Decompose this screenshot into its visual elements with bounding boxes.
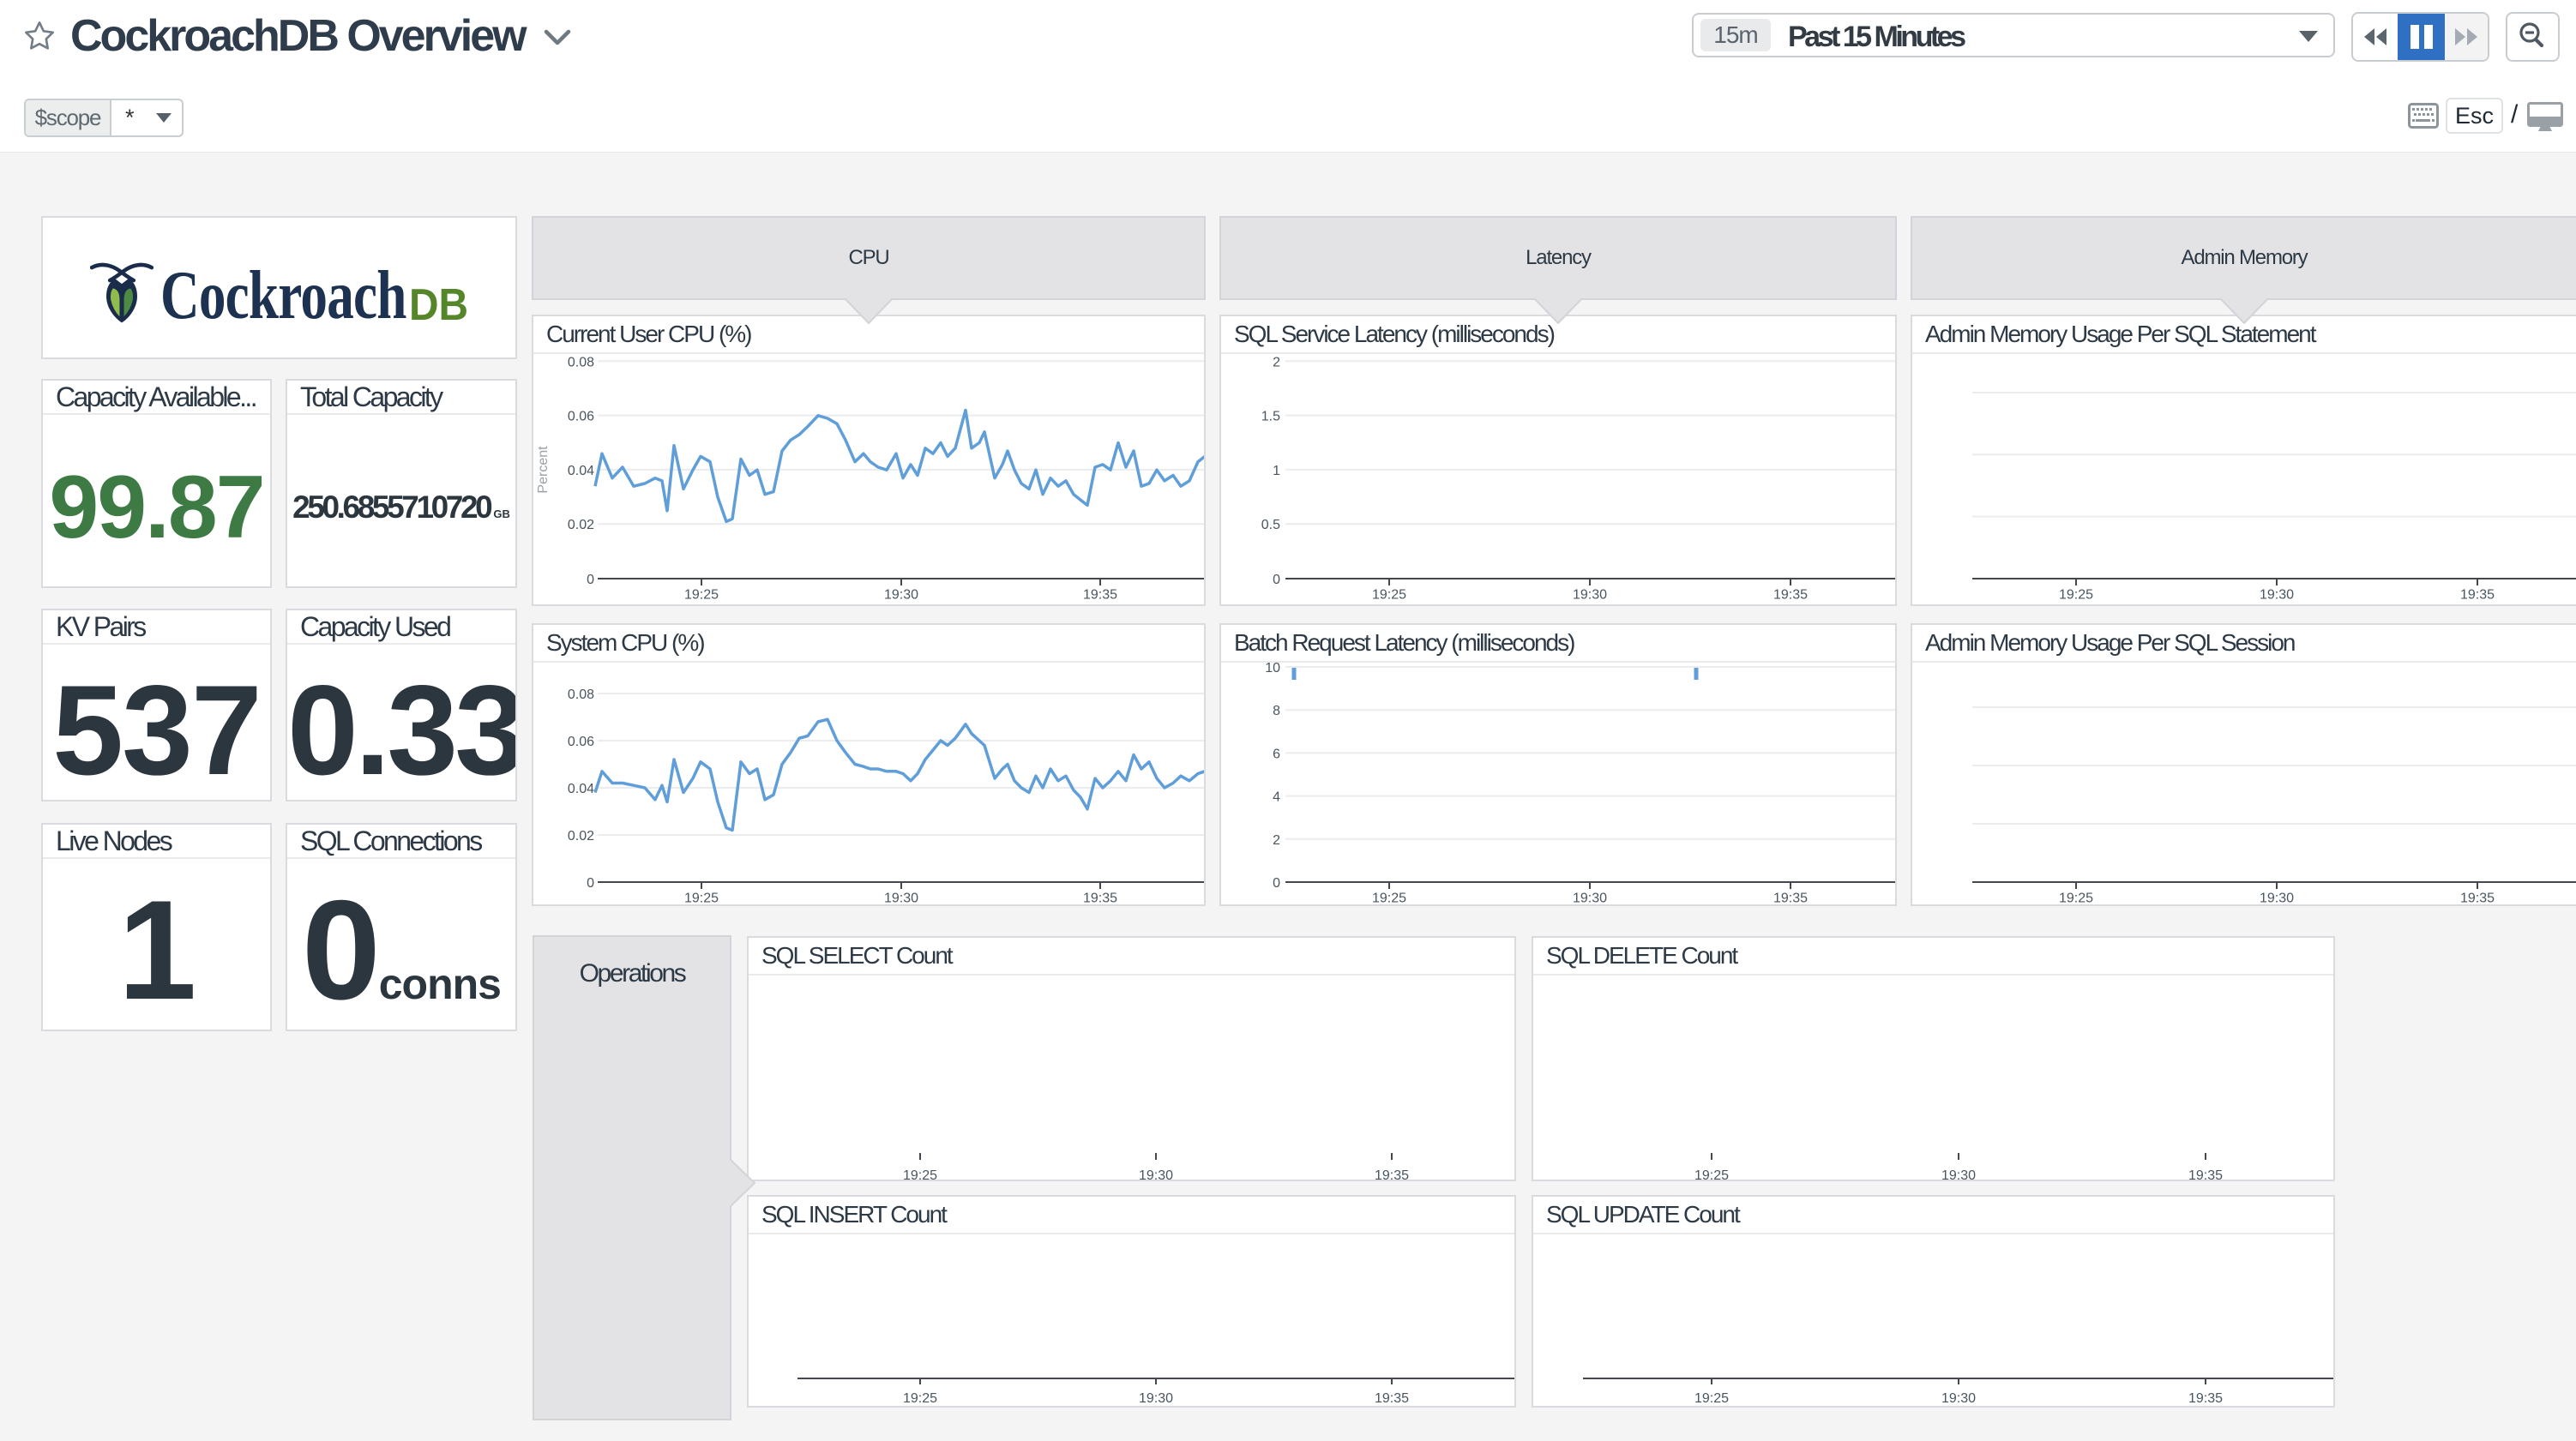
svg-text:19:30: 19:30: [1139, 1391, 1173, 1406]
svg-text:19:35: 19:35: [2460, 892, 2495, 906]
svg-text:4: 4: [1273, 790, 1280, 805]
svg-text:0.04: 0.04: [568, 782, 594, 796]
svg-text:19:25: 19:25: [684, 892, 719, 906]
svg-text:19:35: 19:35: [2188, 1391, 2223, 1406]
svg-text:0: 0: [1273, 876, 1280, 891]
svg-text:19:25: 19:25: [903, 1391, 937, 1406]
svg-text:8: 8: [1273, 704, 1280, 718]
svg-text:19:35: 19:35: [1773, 892, 1808, 906]
svg-text:19:35: 19:35: [2460, 588, 2495, 603]
svg-text:0: 0: [587, 876, 594, 891]
svg-text:19:30: 19:30: [1573, 588, 1607, 603]
svg-text:19:35: 19:35: [1773, 588, 1808, 603]
svg-text:0.02: 0.02: [568, 518, 594, 532]
svg-text:19:35: 19:35: [1083, 588, 1117, 603]
svg-text:0.06: 0.06: [568, 410, 594, 424]
svg-text:19:25: 19:25: [903, 1168, 937, 1181]
svg-text:19:25: 19:25: [1372, 892, 1406, 906]
svg-text:19:35: 19:35: [1375, 1168, 1409, 1181]
svg-text:19:35: 19:35: [2188, 1168, 2223, 1181]
svg-text:0: 0: [1273, 573, 1280, 587]
svg-text:0.02: 0.02: [568, 829, 594, 844]
svg-text:19:25: 19:25: [2059, 588, 2093, 603]
svg-text:1.5: 1.5: [1261, 410, 1280, 424]
svg-text:0: 0: [587, 573, 594, 587]
svg-text:0.5: 0.5: [1261, 518, 1280, 532]
svg-text:19:25: 19:25: [1694, 1168, 1729, 1181]
svg-text:0.08: 0.08: [568, 355, 594, 369]
svg-text:19:35: 19:35: [1083, 892, 1117, 906]
svg-text:19:25: 19:25: [684, 588, 719, 603]
svg-text:10: 10: [1265, 663, 1280, 675]
svg-text:19:30: 19:30: [2260, 588, 2294, 603]
svg-text:0.06: 0.06: [568, 735, 594, 749]
svg-text:19:35: 19:35: [1375, 1391, 1409, 1406]
svg-text:0.08: 0.08: [568, 687, 594, 702]
svg-text:2: 2: [1273, 355, 1280, 369]
svg-text:19:30: 19:30: [884, 892, 918, 906]
svg-text:19:30: 19:30: [1139, 1168, 1173, 1181]
svg-text:19:30: 19:30: [1941, 1168, 1976, 1181]
svg-text:Percent: Percent: [536, 446, 551, 494]
svg-text:1: 1: [1273, 464, 1280, 478]
svg-text:19:25: 19:25: [1372, 588, 1406, 603]
svg-text:19:25: 19:25: [1694, 1391, 1729, 1406]
svg-text:19:30: 19:30: [2260, 892, 2294, 906]
svg-text:2: 2: [1273, 833, 1280, 848]
svg-text:0.04: 0.04: [568, 464, 594, 478]
svg-text:19:30: 19:30: [884, 588, 918, 603]
svg-text:19:30: 19:30: [1941, 1391, 1976, 1406]
svg-text:19:25: 19:25: [2059, 892, 2093, 906]
svg-text:19:30: 19:30: [1573, 892, 1607, 906]
svg-text:6: 6: [1273, 747, 1280, 761]
